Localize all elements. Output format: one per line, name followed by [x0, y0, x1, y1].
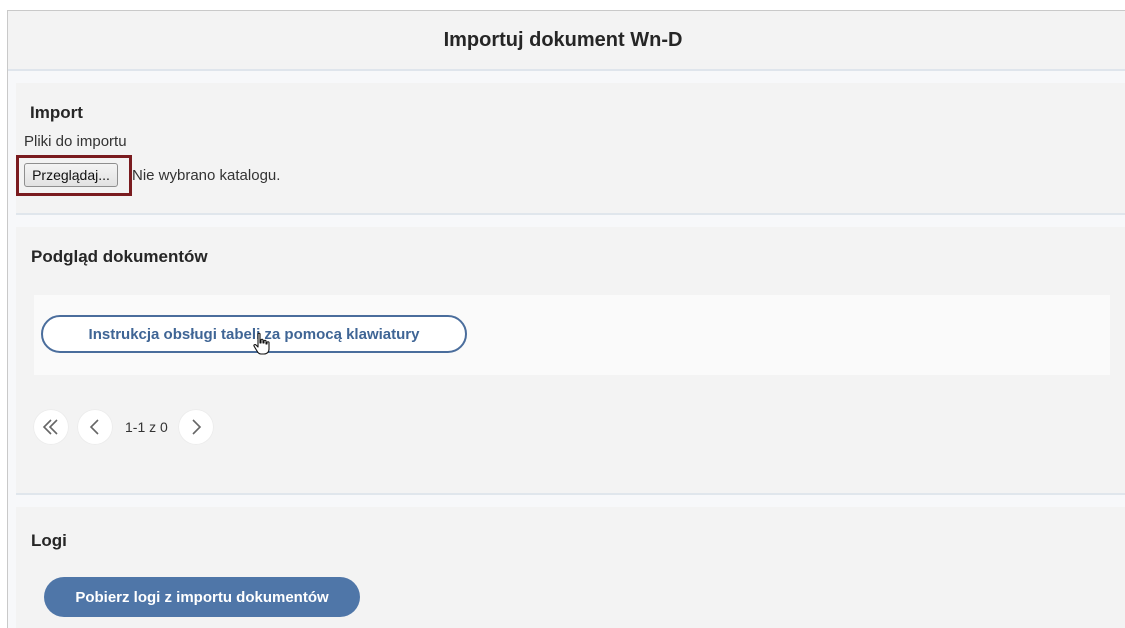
files-label: Pliki do importu	[24, 133, 127, 150]
table-toolbar: Instrukcja obsługi tabeli za pomocą klaw…	[34, 295, 1110, 375]
page-range: 1-1 z 0	[125, 419, 168, 435]
logs-section-title: Logi	[31, 531, 67, 550]
logs-section: Logi Pobierz logi z importu dokumentów	[16, 507, 1125, 628]
next-page-button[interactable]	[177, 409, 214, 445]
browse-button[interactable]: Przeglądaj...	[24, 163, 118, 187]
import-section-title: Import	[30, 103, 83, 122]
pagination: 1-1 z 0	[33, 407, 214, 447]
hand-cursor-icon	[253, 332, 270, 355]
documents-preview-section: Podgląd dokumentów Instrukcja obsługi ta…	[16, 227, 1125, 495]
download-logs-button[interactable]: Pobierz logi z importu dokumentów	[44, 577, 360, 617]
page-header: Importuj dokument Wn-D	[8, 11, 1125, 71]
prev-page-button[interactable]	[77, 409, 113, 445]
double-chevron-left-icon	[42, 419, 58, 435]
import-dialog: Importuj dokument Wn-D Import Pliki do i…	[7, 10, 1125, 628]
chevron-right-icon	[192, 419, 201, 435]
chevron-left-icon	[89, 419, 99, 435]
first-page-button[interactable]	[33, 409, 69, 445]
file-status: Nie wybrano katalogu.	[132, 167, 281, 184]
preview-section-title: Podgląd dokumentów	[31, 247, 208, 266]
import-section: Import Pliki do importu Przeglądaj... Ni…	[16, 83, 1125, 215]
page-title: Importuj dokument Wn-D	[443, 28, 683, 51]
